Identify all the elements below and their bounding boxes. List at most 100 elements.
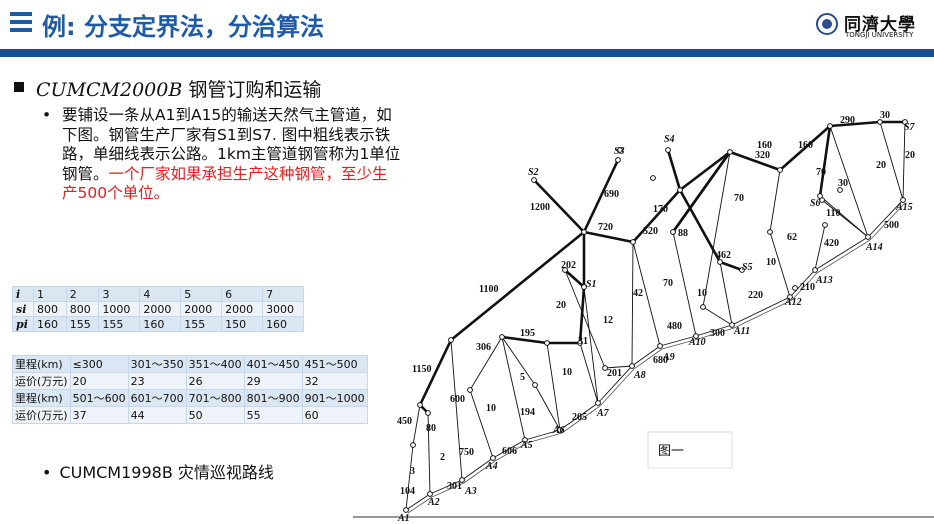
network-node [665, 147, 671, 153]
edge-distance-label: 750 [459, 447, 474, 458]
railway-edge [666, 149, 682, 191]
network-node [657, 343, 663, 349]
node-label: A2 [427, 497, 440, 508]
node-label: A8 [633, 370, 646, 381]
edge-distance-label: 110 [826, 208, 840, 219]
road-edge [412, 404, 421, 446]
network-node [417, 402, 423, 408]
pipeline-network-diagram: A1A2A3A4A5A6A7A8A9A10A11A12A13A14A15S1S2… [397, 110, 916, 524]
network-node [827, 123, 833, 129]
edge-distance-label: 10 [486, 403, 496, 414]
node-label: A1 [397, 513, 410, 524]
network-node [467, 387, 473, 393]
railway-edge [829, 120, 881, 128]
network-node [425, 410, 431, 416]
node-label: A10 [688, 337, 706, 348]
network-node [630, 239, 636, 245]
node-label: A3 [464, 486, 477, 497]
node-label: A12 [784, 297, 802, 308]
edge-distance-label: 70 [734, 193, 744, 204]
network-node [650, 175, 656, 181]
network-node [615, 157, 621, 163]
edge-distance-label: 680 [653, 355, 668, 366]
edge-distance-label: 62 [787, 232, 797, 243]
node-label: A7 [596, 408, 610, 419]
railway-edge [583, 230, 634, 244]
railway-edge [450, 230, 585, 342]
road-edge [769, 169, 781, 233]
network-node [499, 334, 505, 340]
edge-distance-label: 606 [502, 446, 517, 457]
network-node [532, 382, 538, 388]
node-label: A6 [552, 425, 565, 436]
road-edge [902, 121, 906, 201]
road-edge [814, 236, 869, 271]
edge-distance-label: 88 [678, 228, 688, 239]
edge-distance-label: 170 [653, 204, 668, 215]
network-node [581, 229, 587, 235]
edge-distance-label: 70 [663, 278, 673, 289]
node-label: S7 [904, 122, 916, 133]
node-label: S2 [528, 167, 539, 178]
edge-distance-label: 2 [440, 452, 445, 463]
node-label: S3 [614, 146, 625, 157]
edge-distance-label: 210 [800, 282, 815, 293]
edge-distance-label: 600 [450, 394, 465, 405]
edge-distance-label: 12 [603, 315, 613, 326]
railway-edge [678, 189, 722, 263]
railway-edge [679, 150, 731, 192]
edge-distance-label: 195 [520, 328, 535, 339]
network-node [629, 363, 635, 369]
network-node [410, 442, 416, 448]
edge-distance-label: 160 [798, 140, 813, 151]
edge-distance-label: 500 [884, 220, 899, 231]
edge-distance-label: 104 [400, 486, 415, 497]
road-edge [450, 339, 463, 481]
railway-edge [818, 125, 832, 197]
edge-distance-label: 5 [520, 372, 525, 383]
edge-distance-label: 3 [410, 466, 415, 477]
network-node [865, 234, 871, 240]
edge-distance-label: 10 [562, 367, 572, 378]
node-label: S6 [810, 198, 821, 209]
road-edge [719, 261, 733, 326]
edge-distance-label: 10 [766, 257, 776, 268]
edge-distance-label: 201 [607, 368, 622, 379]
network-node [490, 455, 496, 461]
node-label: A11 [733, 326, 750, 337]
road-edge [579, 342, 599, 404]
network-node [812, 267, 818, 273]
road-edge [731, 296, 791, 326]
edge-distance-label: 160 [757, 140, 772, 151]
edge-distance-label: 420 [824, 238, 839, 249]
edge-distance-label: 1100 [479, 284, 498, 295]
node-label: S1 [586, 279, 597, 290]
edge-distance-label: 205 [572, 412, 587, 423]
road-edge [702, 151, 731, 308]
network-node [767, 229, 773, 235]
edge-distance-label: 10 [697, 288, 707, 299]
edge-distance-label: 20 [876, 160, 886, 171]
edge-distance-label: 202 [561, 260, 576, 271]
edge-distance-label: 462 [716, 250, 731, 261]
edge-distance-label: 1150 [412, 364, 431, 375]
edge-distance-label: 300 [710, 328, 725, 339]
edge-distance-label: 20 [905, 150, 915, 161]
edge-distance-label: 690 [604, 189, 619, 200]
edge-distance-label: 194 [520, 407, 535, 418]
edge-distance-label: 720 [598, 222, 613, 233]
edge-distance-label: 450 [397, 416, 412, 427]
node-label: S4 [664, 134, 675, 145]
figure-caption: 图一 [658, 444, 684, 459]
road-edge [702, 306, 733, 326]
road-edge [546, 342, 561, 431]
network-node [822, 222, 828, 228]
edge-distance-label: 220 [748, 290, 763, 301]
railway-edge [719, 260, 743, 272]
network-node [727, 149, 733, 155]
network-node [677, 187, 683, 193]
edge-distance-label: 290 [840, 115, 855, 126]
node-label: A13 [815, 275, 833, 286]
edge-distance-label: 30 [880, 110, 890, 121]
edge-distance-label: 70 [816, 167, 826, 178]
